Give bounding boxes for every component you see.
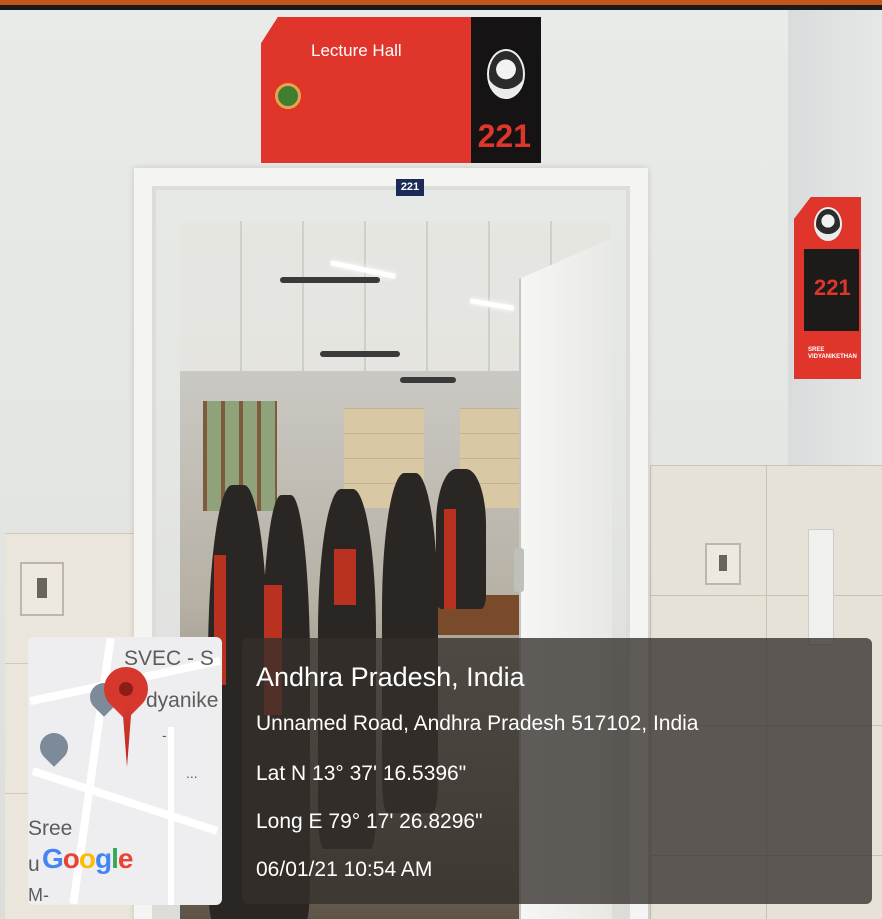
room-number: 221 — [477, 118, 531, 154]
google-letter: G — [42, 843, 64, 874]
geotag-overlay: Andhra Pradesh, India Unnamed Road, Andh… — [242, 638, 872, 904]
light-switch — [705, 543, 741, 585]
google-letter: o — [62, 843, 80, 874]
door-number-plate: 221 — [396, 179, 424, 196]
google-letter: o — [78, 843, 96, 874]
map-label-dash: - — [162, 727, 167, 743]
portrait-icon — [487, 49, 525, 99]
map-thumbnail: SVEC - S dyanike - ... Sree u M- Google — [28, 637, 222, 905]
address-text: Unnamed Road, Andhra Pradesh 517102, Ind… — [256, 712, 699, 735]
side-room-sign: 221 SREE VIDYANIKETHAN — [794, 197, 861, 379]
tree-logo-icon — [275, 83, 301, 109]
map-road — [168, 727, 174, 905]
light-switch — [20, 562, 64, 616]
latitude-text: Lat N 13° 37' 16.5396" — [256, 762, 467, 785]
google-letter: e — [117, 843, 134, 874]
map-label-dyanike: dyanike — [146, 689, 219, 712]
sign-dark-panel: 221 — [471, 17, 541, 163]
location-title: Andhra Pradesh, India — [256, 662, 525, 692]
photo-frame: 221 Lecture Hall 221 221 SREE VIDYANIKET… — [0, 0, 882, 919]
door-handle — [514, 548, 524, 592]
google-letter: l — [111, 843, 119, 874]
longitude-text: Long E 79° 17' 26.8296" — [256, 810, 483, 833]
google-letter: g — [95, 843, 112, 874]
map-label-u: u — [28, 853, 40, 876]
map-pin-tail — [122, 703, 132, 767]
google-logo: Google — [42, 843, 134, 875]
timestamp-text: 06/01/21 10:54 AM — [256, 858, 433, 881]
map-label-svec: SVEC - S — [124, 647, 214, 670]
map-label-sree: Sree — [28, 817, 73, 840]
wall-pipe — [808, 529, 834, 645]
sign-title: Lecture Hall — [311, 41, 402, 60]
portrait-icon — [814, 207, 842, 241]
side-sign-caption: SREE VIDYANIKETHAN — [808, 347, 857, 360]
side-room-number: 221 — [814, 275, 851, 300]
map-label-m: M- — [28, 885, 49, 905]
lecture-hall-sign: Lecture Hall 221 — [261, 17, 541, 163]
map-label-dots: ... — [186, 765, 198, 781]
school-pin-icon — [34, 727, 74, 767]
